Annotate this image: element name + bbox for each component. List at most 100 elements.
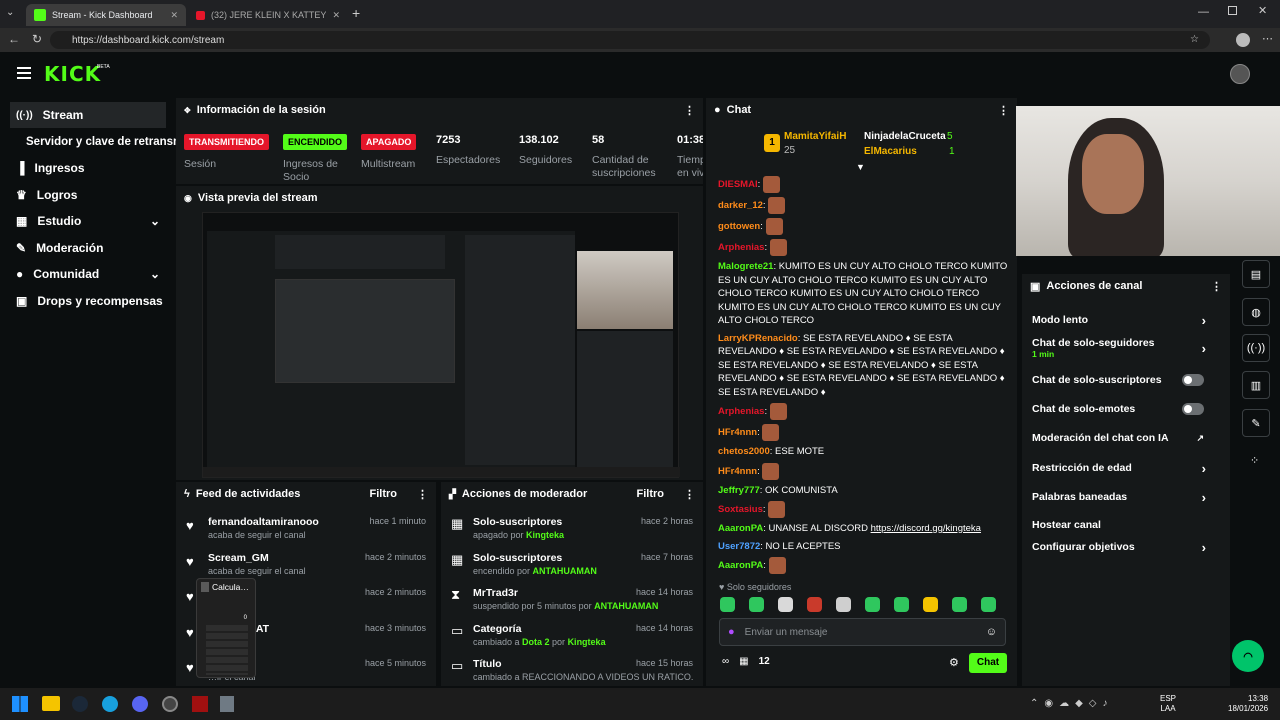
chat-username[interactable]: Soxtasius <box>718 504 763 515</box>
discord-icon[interactable] <box>132 696 148 712</box>
drag-handle-icon[interactable]: ✥ <box>184 106 191 115</box>
close-icon[interactable]: ✕ <box>170 10 178 21</box>
toggle-switch[interactable] <box>1182 403 1204 415</box>
steam-icon[interactable] <box>72 696 88 712</box>
file-explorer-icon[interactable] <box>42 696 60 711</box>
minimize-button[interactable]: — <box>1198 6 1209 18</box>
chat-username[interactable]: User7872 <box>718 541 760 552</box>
sidebar-item-drops[interactable]: ▣ Drops y recompensas <box>0 288 168 314</box>
chat-username[interactable]: LarryKPRenacido <box>718 333 798 344</box>
channel-action-item[interactable]: Configurar objetivos › <box>1022 533 1218 561</box>
chat-message[interactable]: Arphenias: <box>718 403 1008 420</box>
kebab-menu-icon[interactable]: ⋮ <box>684 488 695 501</box>
url-field[interactable]: https://dashboard.kick.com/stream <box>50 31 1210 49</box>
chat-username[interactable]: AaaronPA <box>718 523 763 534</box>
chat-message[interactable]: Arphenias: <box>718 239 1008 256</box>
emote-icon[interactable] <box>952 597 967 612</box>
tab-inactive[interactable]: (32) JERE KLEIN X KATTEYES - TOC ✕ <box>188 4 348 26</box>
favorite-icon[interactable]: ☆ <box>1190 34 1199 45</box>
calculator-taskbar-icon[interactable] <box>220 696 234 712</box>
chat-message[interactable]: Malogrete21: KUMITO ES UN CUY ALTO CHOLO… <box>718 260 1008 328</box>
toggle-switch[interactable] <box>1182 374 1204 386</box>
mod-action-actor[interactable]: Kingteka <box>526 530 564 540</box>
filter-button[interactable]: Filtro <box>370 488 398 500</box>
chat-username[interactable]: Jeffry777 <box>718 485 760 496</box>
channel-action-item[interactable]: Palabras baneadas › <box>1022 483 1218 511</box>
maximize-button[interactable] <box>1228 6 1237 15</box>
rail-notes-button[interactable]: ▤ <box>1242 260 1270 288</box>
emoji-icon[interactable]: ☺ <box>986 626 997 638</box>
collapse-icon[interactable]: ▼ <box>856 162 865 172</box>
user-avatar[interactable] <box>1230 64 1250 84</box>
kebab-menu-icon[interactable]: ⋮ <box>684 104 695 117</box>
mod-action-actor[interactable]: Kingteka <box>568 637 606 647</box>
calculator-thumbnail[interactable]: Calcula… 0 <box>196 578 256 678</box>
emote-icon[interactable] <box>894 597 909 612</box>
new-tab-button[interactable]: + <box>352 5 360 21</box>
chat-link[interactable]: https://discord.gg/kingteka <box>871 523 981 534</box>
kebab-menu-icon[interactable]: ⋮ <box>1211 280 1222 293</box>
channel-action-item[interactable]: Chat de solo-seguidores 1 min › <box>1022 334 1218 362</box>
filter-button[interactable]: Filtro <box>637 488 665 500</box>
chat-message[interactable]: LarryKPRenacido: SE ESTA REVELANDO ♦ SE … <box>718 332 1008 400</box>
mod-action-row[interactable]: ▦ Solo-suscriptores encendido por ANTAHUAM… <box>441 546 703 582</box>
mod-action-row[interactable]: ⧗ MrTrad3r suspendido por 5 minutos por AN… <box>441 581 703 617</box>
feed-row[interactable]: ♥ fernandoaltamiranooo acaba de seguir el … <box>176 510 436 546</box>
mod-action-actor[interactable]: ANTAHUAMAN <box>594 601 658 611</box>
rail-tools-button[interactable]: ✎ <box>1242 409 1270 437</box>
rail-broadcast-button[interactable]: ((·)) <box>1242 334 1270 362</box>
mod-action-actor[interactable]: ANTAHUAMAN <box>533 566 597 576</box>
clock[interactable]: 13:38 18/01/2026 <box>1228 694 1268 714</box>
chat-message[interactable]: chetos2000: ESE MOTE <box>718 445 1008 459</box>
sidebar-item-comunidad[interactable]: ● Comunidad ⌄ <box>0 261 168 287</box>
gift-icon[interactable]: ▦ <box>739 656 748 667</box>
reload-icon[interactable]: ↻ <box>32 32 42 46</box>
chat-message[interactable]: HFr4nnn: <box>718 462 1008 480</box>
chat-message[interactable]: DIESMAI: <box>718 176 1008 193</box>
settings-icon[interactable]: ⚙ <box>949 656 959 669</box>
mod-action-row[interactable]: ▭ Título cambiado a REACCIONANDO A VIDEOS … <box>441 652 703 686</box>
send-chat-button[interactable]: Chat <box>969 653 1007 673</box>
channel-action-item[interactable]: Chat de solo-suscriptores <box>1022 366 1218 394</box>
chat-message[interactable]: gottowen: <box>718 218 1008 235</box>
chat-username[interactable]: DIESMAI <box>718 179 758 190</box>
windows-start-icon[interactable] <box>12 696 28 712</box>
chat-username[interactable]: Malogrete21 <box>718 261 773 272</box>
mod-action-row[interactable]: ▭ Categoría cambiado a Dota 2 por Kingteka… <box>441 617 703 653</box>
close-icon[interactable]: ✕ <box>332 10 340 21</box>
emote-icon[interactable] <box>981 597 996 612</box>
mod-action-row[interactable]: ▦ Solo-suscriptores apagado por Kingteka ha… <box>441 510 703 546</box>
kebab-menu-icon[interactable]: ⋮ <box>998 104 1009 117</box>
chat-username[interactable]: chetos2000 <box>718 446 770 457</box>
edge-icon[interactable] <box>102 696 118 712</box>
chat-message[interactable]: Soxtasius: <box>718 501 1008 518</box>
kebab-menu-icon[interactable]: ⋮ <box>417 488 428 501</box>
users-icon[interactable]: ∞ <box>722 656 729 667</box>
hamburger-menu-icon[interactable] <box>17 67 31 79</box>
language-indicator[interactable]: ESP LAA <box>1160 694 1176 714</box>
emote-icon[interactable] <box>720 597 735 612</box>
emote-icon[interactable] <box>836 597 851 612</box>
chat-message[interactable]: darker_12: <box>718 197 1008 214</box>
emote-icon[interactable] <box>923 597 938 612</box>
chat-input[interactable]: ● Enviar un mensaje ☺ <box>719 618 1006 646</box>
more-menu-icon[interactable]: ⋯ <box>1262 32 1273 45</box>
rail-chat-button[interactable]: ◍ <box>1242 298 1270 326</box>
microphone-icon[interactable]: ● <box>728 626 735 638</box>
chat-message[interactable]: HFr4nnn: <box>718 424 1008 441</box>
chat-message[interactable]: AaaronPA: <box>718 557 1008 574</box>
emote-icon[interactable] <box>778 597 793 612</box>
mod-action-actor[interactable]: Dota 2 <box>522 637 550 647</box>
back-icon[interactable]: ← <box>8 32 20 46</box>
emote-icon[interactable] <box>749 597 764 612</box>
sidebar-item-stream[interactable]: ((·)) Stream <box>10 102 166 128</box>
sidebar-item-logros[interactable]: ♛ Logros <box>0 182 168 208</box>
chat-message[interactable]: AaaronPA: UNANSE AL DISCORD https://disc… <box>718 522 1008 536</box>
window-close-button[interactable]: ✕ <box>1258 4 1267 17</box>
chat-message[interactable]: User7872: NO LE ACEPTES <box>718 540 1008 554</box>
support-button[interactable]: ◠ <box>1232 640 1264 672</box>
kick-logo[interactable]: KICK <box>44 62 101 86</box>
channel-action-item[interactable]: Modo lento › <box>1022 306 1218 334</box>
chat-username[interactable]: AaaronPA <box>718 560 763 571</box>
chat-username[interactable]: darker_12 <box>718 200 763 211</box>
